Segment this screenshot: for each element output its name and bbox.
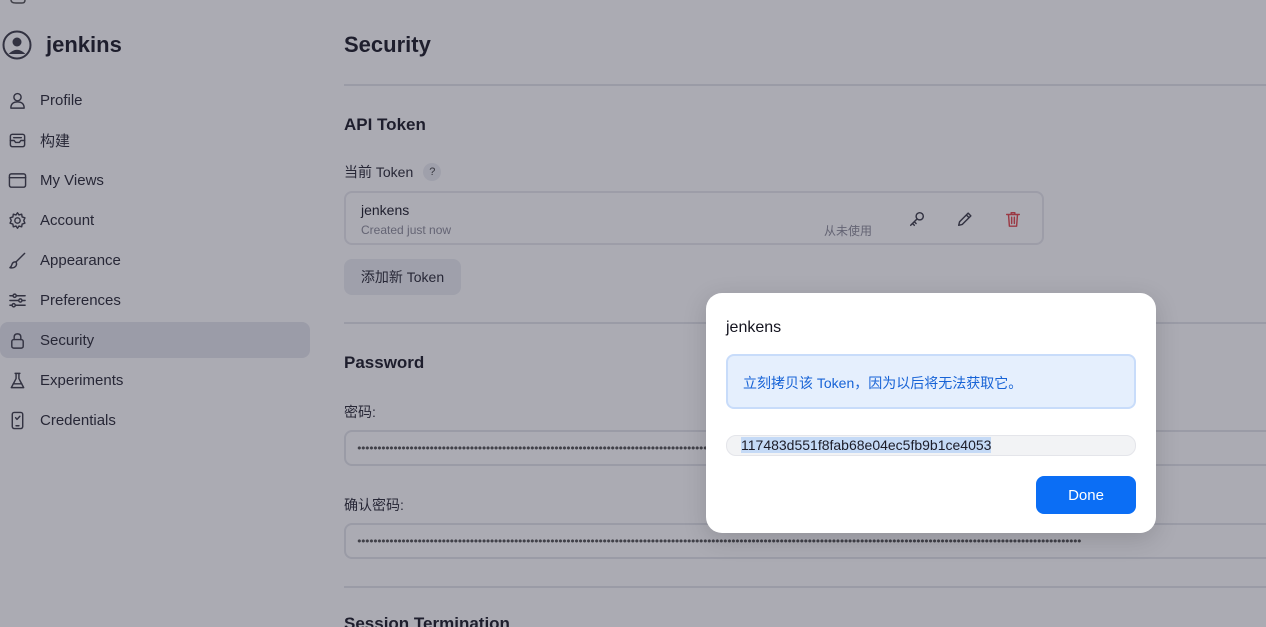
token-value-field[interactable]: 117483d551f8fab68e04ec5fb9b1ce4053: [726, 435, 1136, 456]
new-token-dialog: jenkens 立刻拷贝该 Token，因为以后将无法获取它。 117483d5…: [706, 293, 1156, 533]
copy-warning-alert: 立刻拷贝该 Token，因为以后将无法获取它。: [726, 354, 1136, 409]
dialog-title: jenkens: [726, 319, 782, 336]
done-button[interactable]: Done: [1036, 476, 1136, 514]
token-value: 117483d551f8fab68e04ec5fb9b1ce4053: [741, 437, 992, 453]
